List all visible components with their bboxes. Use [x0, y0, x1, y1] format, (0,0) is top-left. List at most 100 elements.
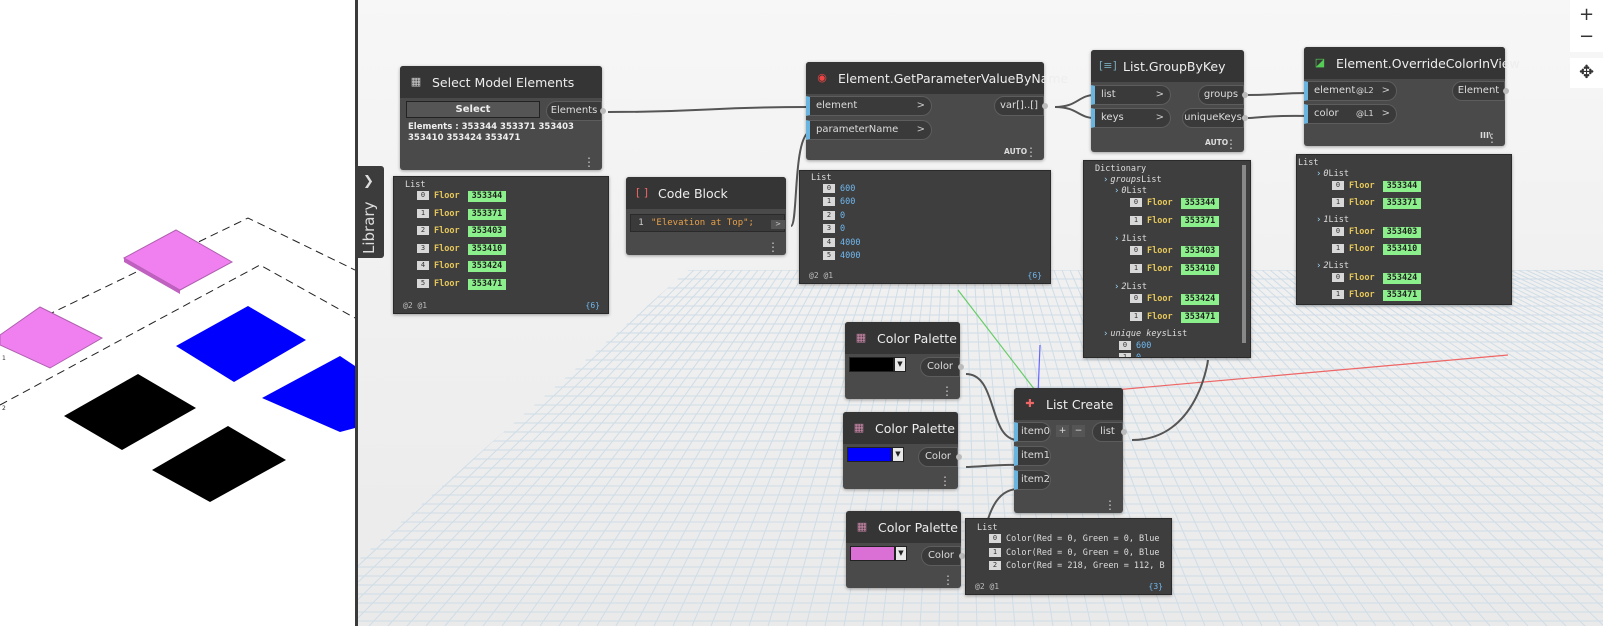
list-input-port[interactable]: list >	[1091, 85, 1171, 105]
element-id: 353410	[1180, 263, 1220, 275]
parameter-value: 4000	[840, 251, 861, 261]
dropdown-arrow-icon[interactable]: ▼	[892, 447, 904, 462]
preview-footer-count: {6}	[585, 301, 600, 310]
node-menu-icon[interactable]: ⋮	[1104, 499, 1116, 511]
dropdown-arrow-icon[interactable]: ▼	[895, 546, 907, 561]
zoom-out-button[interactable]: −	[1570, 22, 1603, 52]
code-output-port[interactable]: >	[771, 220, 785, 229]
select-model-elements-node[interactable]: ▦ Select Model Elements Select Elements …	[400, 66, 606, 170]
node-menu-icon[interactable]: ⋮	[1486, 132, 1498, 144]
list-index: 1	[1130, 311, 1142, 321]
color-output-port[interactable]: Color	[920, 357, 964, 377]
override-color-node[interactable]: ◪ Element.OverrideColorInView element @L2…	[1304, 47, 1520, 146]
node-header[interactable]: ✚ List Create	[1014, 388, 1123, 420]
list-groupbykey-node[interactable]: [≡] List.GroupByKey list > keys > groups u…	[1091, 50, 1248, 152]
list-item: 1 Color(Red = 0, Green = 0, Blue	[989, 547, 1160, 559]
revit-3d-view[interactable]: 1 2	[0, 0, 355, 626]
arrow-icon: >	[916, 100, 925, 111]
code-block-node[interactable]: [ ] Code Block 1 "Elevation at Top"; > ⋮	[626, 177, 786, 255]
list-item: 0 600	[823, 184, 855, 195]
chevron-icon: ›	[1114, 234, 1120, 244]
var-output-port[interactable]: var[]..[]	[994, 96, 1048, 116]
color-palette-node-1[interactable]: ▦ Color Palette ▼ Color ⋮	[845, 322, 964, 399]
node-menu-icon[interactable]: ⋮	[942, 574, 954, 586]
list-index: 4	[823, 237, 835, 247]
color-swatch[interactable]	[850, 546, 895, 561]
preview-scrollbar[interactable]	[1242, 165, 1246, 343]
elements-output-port[interactable]: Elements	[546, 101, 606, 121]
element-input-port[interactable]: element >	[806, 96, 932, 116]
lacing-level[interactable]: @L1	[1356, 105, 1374, 123]
list-create-node[interactable]: ✚ List Create item0 item1 item2 + − list…	[1014, 388, 1127, 513]
element-output-port[interactable]: Element	[1452, 81, 1509, 101]
parametername-input-port[interactable]: parameterName >	[806, 120, 932, 140]
node-header[interactable]: [≡] List.GroupByKey	[1091, 50, 1244, 82]
lacing-level[interactable]: @L2	[1356, 82, 1374, 100]
pan-button[interactable]: ✥	[1570, 58, 1603, 88]
color-palette-node-2[interactable]: ▦ Color Palette ▼ Color ⋮	[843, 412, 962, 489]
chevron-icon: ›	[1316, 169, 1322, 179]
remove-input-button[interactable]: −	[1072, 425, 1085, 437]
color-swatch[interactable]	[849, 357, 894, 372]
node-menu-icon[interactable]: ⋮	[767, 241, 779, 253]
list-index: 0	[1332, 227, 1344, 236]
list-output-port[interactable]: list	[1092, 422, 1127, 442]
node-title: Element.OverrideColorInView	[1336, 55, 1520, 71]
item2-input-port[interactable]: item2	[1014, 470, 1051, 490]
color-list-preview-bubble: List 0 Color(Red = 0, Green = 0, Blue 1 Col…	[965, 518, 1172, 595]
node-menu-icon[interactable]: ⋮	[941, 385, 953, 397]
item1-input-port[interactable]: item1	[1014, 446, 1051, 466]
list-word: List	[1328, 169, 1350, 179]
node-menu-icon[interactable]: ⋮	[1225, 138, 1237, 150]
color-swatch[interactable]	[847, 447, 892, 462]
keys-input-port[interactable]: keys >	[1091, 108, 1171, 128]
color-palette-node-3[interactable]: ▦ Color Palette ▼ Color ⋮	[846, 511, 965, 588]
palette-icon: ▦	[856, 520, 868, 533]
element-category: Floor	[1349, 290, 1375, 300]
element-category: Floor	[1147, 263, 1173, 274]
code-editor[interactable]: 1 "Elevation at Top";	[630, 214, 785, 232]
node-header[interactable]: [ ] Code Block	[626, 177, 786, 209]
library-tab[interactable]: ❯ Library	[355, 166, 384, 258]
node-header[interactable]: ◉ Element.GetParameterValueByName	[806, 62, 1068, 94]
element-id: 353371	[1180, 215, 1220, 227]
chevron-icon: ›	[1103, 329, 1109, 339]
list-item: List	[1298, 158, 1318, 169]
node-menu-icon[interactable]: ⋮	[1025, 146, 1037, 158]
node-header[interactable]: ◪ Element.OverrideColorInView	[1304, 47, 1520, 79]
element-id: 353471	[1180, 311, 1220, 323]
list-word: List	[1328, 215, 1350, 225]
element-category: Floor	[1147, 215, 1173, 226]
item0-input-port[interactable]: item0	[1014, 422, 1051, 442]
get-parameter-value-node[interactable]: ◉ Element.GetParameterValueByName elemen…	[806, 62, 1068, 160]
list-index: 0	[1119, 341, 1131, 350]
list-word: List	[1141, 175, 1162, 185]
groups-output-port[interactable]: groups	[1198, 85, 1248, 105]
node-header[interactable]: ▦ Color Palette	[845, 322, 960, 354]
parameter-preview-bubble: List 0 600 1 600 2 0 3 0 4 4000 5 4000 @2 @1 {6}	[799, 170, 1051, 284]
node-menu-icon[interactable]: ⋮	[583, 156, 595, 168]
color-output-port[interactable]: Color	[921, 546, 965, 566]
node-header[interactable]: ▦ Select Model Elements	[400, 66, 602, 98]
key-value: 600	[1136, 341, 1152, 351]
node-title: Code Block	[658, 185, 728, 201]
list-index: 0	[1130, 294, 1142, 303]
node-header[interactable]: ▦ Color Palette	[846, 511, 961, 543]
uniquekeys-output-port[interactable]: uniqueKeys	[1182, 108, 1248, 128]
node-menu-icon[interactable]: ⋮	[939, 475, 951, 487]
element-id: 353471	[467, 278, 507, 290]
color-input-port[interactable]: color @L1 >	[1304, 104, 1397, 124]
element-input-port[interactable]: element @L2 >	[1304, 81, 1397, 101]
node-header[interactable]: ▦ Color Palette	[843, 412, 958, 444]
list-item: 2 Floor 353403	[417, 226, 507, 237]
dropdown-arrow-icon[interactable]: ▼	[894, 357, 906, 372]
preview-footer-count: {3}	[1148, 582, 1163, 591]
select-button[interactable]: Select	[406, 101, 540, 118]
list-index: 0	[1332, 273, 1344, 282]
list-index: 1	[823, 197, 835, 207]
list-item: 0 Floor 353344	[417, 191, 507, 202]
add-input-button[interactable]: +	[1056, 425, 1069, 437]
color-output-port[interactable]: Color	[918, 447, 962, 467]
element-category: Floor	[1349, 198, 1375, 208]
port-label: list	[1101, 89, 1116, 100]
